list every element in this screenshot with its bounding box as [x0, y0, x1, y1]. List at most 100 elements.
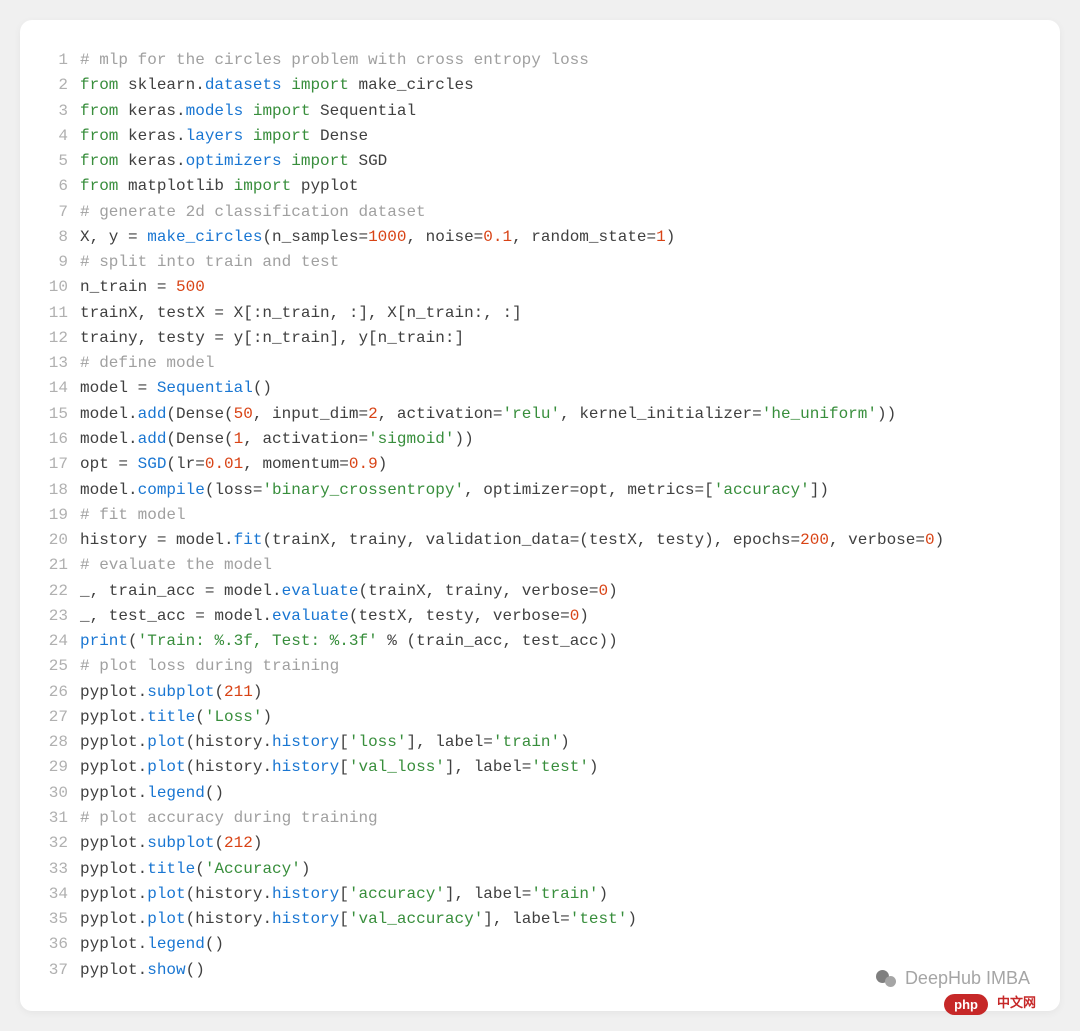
line-code: # generate 2d classification dataset	[80, 200, 1040, 225]
line-number: 34	[30, 882, 80, 907]
code-line: 13# define model	[30, 351, 1040, 376]
code-line: 24print('Train: %.3f, Test: %.3f' % (tra…	[30, 629, 1040, 654]
code-line: 35pyplot.plot(history.history['val_accur…	[30, 907, 1040, 932]
line-number: 29	[30, 755, 80, 780]
line-code: # evaluate the model	[80, 553, 1040, 578]
line-code: pyplot.plot(history.history['accuracy'],…	[80, 882, 1040, 907]
code-line: 27pyplot.title('Loss')	[30, 705, 1040, 730]
line-number: 8	[30, 225, 80, 250]
line-number: 2	[30, 73, 80, 98]
line-code: from keras.optimizers import SGD	[80, 149, 1040, 174]
line-code: # plot accuracy during training	[80, 806, 1040, 831]
line-number: 12	[30, 326, 80, 351]
line-number: 25	[30, 654, 80, 679]
line-number: 24	[30, 629, 80, 654]
line-code: opt = SGD(lr=0.01, momentum=0.9)	[80, 452, 1040, 477]
line-number: 14	[30, 376, 80, 401]
line-code: model.add(Dense(1, activation='sigmoid')…	[80, 427, 1040, 452]
line-code: _, train_acc = model.evaluate(trainX, tr…	[80, 579, 1040, 604]
wechat-icon	[875, 967, 899, 991]
line-code: _, test_acc = model.evaluate(testX, test…	[80, 604, 1040, 629]
line-code: pyplot.plot(history.history['val_accurac…	[80, 907, 1040, 932]
line-code: # split into train and test	[80, 250, 1040, 275]
line-number: 20	[30, 528, 80, 553]
line-number: 37	[30, 958, 80, 983]
line-code: from matplotlib import pyplot	[80, 174, 1040, 199]
line-number: 30	[30, 781, 80, 806]
line-number: 6	[30, 174, 80, 199]
code-block: 1# mlp for the circles problem with cros…	[30, 48, 1040, 983]
line-code: history = model.fit(trainX, trainy, vali…	[80, 528, 1040, 553]
line-code: pyplot.plot(history.history['loss'], lab…	[80, 730, 1040, 755]
line-code: pyplot.subplot(211)	[80, 680, 1040, 705]
code-line: 12trainy, testy = y[:n_train], y[n_train…	[30, 326, 1040, 351]
line-code: pyplot.legend()	[80, 932, 1040, 957]
line-number: 23	[30, 604, 80, 629]
code-line: 6from matplotlib import pyplot	[30, 174, 1040, 199]
line-number: 3	[30, 99, 80, 124]
line-number: 35	[30, 907, 80, 932]
code-line: 8X, y = make_circles(n_samples=1000, noi…	[30, 225, 1040, 250]
line-number: 26	[30, 680, 80, 705]
code-line: 34pyplot.plot(history.history['accuracy'…	[30, 882, 1040, 907]
code-line: 29pyplot.plot(history.history['val_loss'…	[30, 755, 1040, 780]
code-line: 11trainX, testX = X[:n_train, :], X[n_tr…	[30, 301, 1040, 326]
code-line: 2from sklearn.datasets import make_circl…	[30, 73, 1040, 98]
line-number: 9	[30, 250, 80, 275]
code-line: 31# plot accuracy during training	[30, 806, 1040, 831]
line-code: trainX, testX = X[:n_train, :], X[n_trai…	[80, 301, 1040, 326]
code-line: 10n_train = 500	[30, 275, 1040, 300]
line-code: model.compile(loss='binary_crossentropy'…	[80, 478, 1040, 503]
code-line: 3from keras.models import Sequential	[30, 99, 1040, 124]
code-line: 22_, train_acc = model.evaluate(trainX, …	[30, 579, 1040, 604]
line-code: from keras.models import Sequential	[80, 99, 1040, 124]
line-number: 5	[30, 149, 80, 174]
code-line: 9# split into train and test	[30, 250, 1040, 275]
code-line: 30pyplot.legend()	[30, 781, 1040, 806]
line-code: from keras.layers import Dense	[80, 124, 1040, 149]
line-code: # fit model	[80, 503, 1040, 528]
code-line: 14model = Sequential()	[30, 376, 1040, 401]
code-line: 1# mlp for the circles problem with cros…	[30, 48, 1040, 73]
code-line: 16model.add(Dense(1, activation='sigmoid…	[30, 427, 1040, 452]
php-cn-text: 中文网	[997, 992, 1036, 1011]
code-line: 36pyplot.legend()	[30, 932, 1040, 957]
line-number: 31	[30, 806, 80, 831]
line-code: trainy, testy = y[:n_train], y[n_train:]	[80, 326, 1040, 351]
line-number: 1	[30, 48, 80, 73]
code-line: 18model.compile(loss='binary_crossentrop…	[30, 478, 1040, 503]
line-number: 15	[30, 402, 80, 427]
line-number: 36	[30, 932, 80, 957]
code-line: 26pyplot.subplot(211)	[30, 680, 1040, 705]
code-line: 32pyplot.subplot(212)	[30, 831, 1040, 856]
line-code: from sklearn.datasets import make_circle…	[80, 73, 1040, 98]
line-number: 28	[30, 730, 80, 755]
line-code: print('Train: %.3f, Test: %.3f' % (train…	[80, 629, 1040, 654]
code-line: 15model.add(Dense(50, input_dim=2, activ…	[30, 402, 1040, 427]
line-number: 21	[30, 553, 80, 578]
line-number: 33	[30, 857, 80, 882]
line-number: 7	[30, 200, 80, 225]
code-line: 17opt = SGD(lr=0.01, momentum=0.9)	[30, 452, 1040, 477]
line-code: pyplot.legend()	[80, 781, 1040, 806]
line-code: pyplot.subplot(212)	[80, 831, 1040, 856]
code-line: 7# generate 2d classification dataset	[30, 200, 1040, 225]
code-line: 23_, test_acc = model.evaluate(testX, te…	[30, 604, 1040, 629]
line-code: # define model	[80, 351, 1040, 376]
code-line: 28pyplot.plot(history.history['loss'], l…	[30, 730, 1040, 755]
code-line: 4from keras.layers import Dense	[30, 124, 1040, 149]
watermark-text: DeepHub IMBA	[905, 968, 1030, 989]
code-line: 20history = model.fit(trainX, trainy, va…	[30, 528, 1040, 553]
line-number: 19	[30, 503, 80, 528]
line-code: pyplot.title('Loss')	[80, 705, 1040, 730]
line-number: 32	[30, 831, 80, 856]
code-line: 5from keras.optimizers import SGD	[30, 149, 1040, 174]
code-card: 1# mlp for the circles problem with cros…	[20, 20, 1060, 1011]
line-number: 27	[30, 705, 80, 730]
line-number: 18	[30, 478, 80, 503]
code-line: 25# plot loss during training	[30, 654, 1040, 679]
code-line: 21# evaluate the model	[30, 553, 1040, 578]
line-number: 11	[30, 301, 80, 326]
line-code: model.add(Dense(50, input_dim=2, activat…	[80, 402, 1040, 427]
line-code: # mlp for the circles problem with cross…	[80, 48, 1040, 73]
